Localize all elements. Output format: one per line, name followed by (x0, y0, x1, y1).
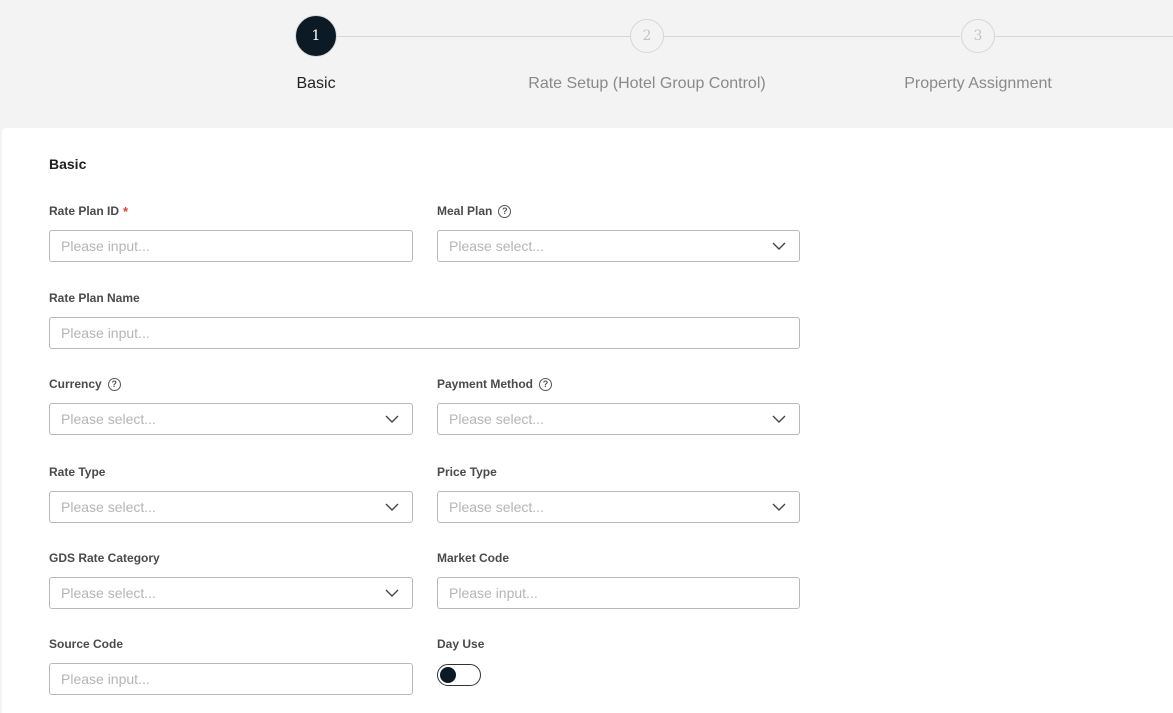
chevron-down-icon (385, 415, 399, 423)
rate-plan-id-control (49, 230, 413, 262)
rate-type-select[interactable]: Please select... (49, 491, 413, 523)
day-use-toggle[interactable] (437, 664, 481, 686)
currency-select[interactable]: Please select... (49, 403, 413, 435)
market-code-control (437, 577, 800, 609)
form-card: Basic Rate Plan ID * Meal Plan ? Please … (2, 128, 1173, 713)
rate-type-placeholder: Please select... (61, 499, 156, 515)
market-code-label: Market Code (437, 551, 510, 565)
gds-rate-category-select[interactable]: Please select... (49, 577, 413, 609)
rate-plan-name-label: Rate Plan Name (49, 291, 140, 305)
chevron-down-icon (772, 415, 786, 423)
day-use-field: Day Use (437, 636, 637, 686)
payment-method-field: Payment Method ? Please select... (437, 376, 800, 435)
market-code-field: Market Code (437, 550, 800, 609)
market-code-input[interactable] (449, 578, 788, 608)
step-number: 1 (296, 16, 336, 56)
help-icon[interactable]: ? (107, 377, 121, 391)
chevron-down-icon (772, 242, 786, 250)
source-code-label: Source Code (49, 637, 124, 651)
source-code-input[interactable] (61, 664, 401, 694)
step-number: 2 (630, 19, 664, 53)
rate-plan-id-input[interactable] (61, 231, 401, 261)
step-basic[interactable]: 1 Basic (166, 16, 466, 93)
rate-plan-id-label: Rate Plan ID (49, 204, 120, 218)
meal-plan-field: Meal Plan ? Please select... (437, 203, 800, 262)
help-icon[interactable]: ? (539, 377, 553, 391)
source-code-field: Source Code (49, 636, 413, 695)
payment-method-label: Payment Method (437, 377, 534, 391)
step-rate-setup[interactable]: 2 Rate Setup (Hotel Group Control) (497, 19, 797, 93)
toggle-knob (440, 667, 456, 683)
rate-plan-name-control (49, 317, 800, 349)
rate-type-label: Rate Type (49, 465, 106, 479)
price-type-select[interactable]: Please select... (437, 491, 800, 523)
section-title: Basic (49, 156, 87, 172)
step-label: Property Assignment (904, 75, 1052, 92)
gds-rate-category-placeholder: Please select... (61, 585, 156, 601)
price-type-placeholder: Please select... (449, 499, 544, 515)
step-property-assignment[interactable]: 3 Property Assignment (828, 19, 1128, 93)
chevron-down-icon (772, 503, 786, 511)
chevron-down-icon (385, 589, 399, 597)
step-number: 3 (961, 19, 995, 53)
meal-plan-select[interactable]: Please select... (437, 230, 800, 262)
rate-plan-id-field: Rate Plan ID * (49, 203, 413, 262)
rate-plan-name-input[interactable] (61, 318, 788, 348)
rate-plan-name-field: Rate Plan Name (49, 290, 800, 349)
required-marker: * (123, 203, 129, 219)
gds-rate-category-field: GDS Rate Category Please select... (49, 550, 413, 609)
meal-plan-placeholder: Please select... (449, 238, 544, 254)
price-type-field: Price Type Please select... (437, 464, 800, 523)
day-use-label: Day Use (437, 637, 485, 651)
price-type-label: Price Type (437, 465, 497, 479)
meal-plan-label: Meal Plan (437, 204, 493, 218)
rate-type-field: Rate Type Please select... (49, 464, 413, 523)
payment-method-select[interactable]: Please select... (437, 403, 800, 435)
step-label: Rate Setup (Hotel Group Control) (528, 75, 766, 92)
currency-field: Currency ? Please select... (49, 376, 413, 435)
currency-placeholder: Please select... (61, 411, 156, 427)
currency-label: Currency (49, 377, 102, 391)
stepper: 1 Basic 2 Rate Setup (Hotel Group Contro… (0, 0, 1173, 128)
help-icon[interactable]: ? (498, 204, 512, 218)
payment-method-placeholder: Please select... (449, 411, 544, 427)
chevron-down-icon (385, 503, 399, 511)
gds-rate-category-label: GDS Rate Category (49, 551, 160, 565)
step-label: Basic (296, 75, 336, 92)
source-code-control (49, 663, 413, 695)
